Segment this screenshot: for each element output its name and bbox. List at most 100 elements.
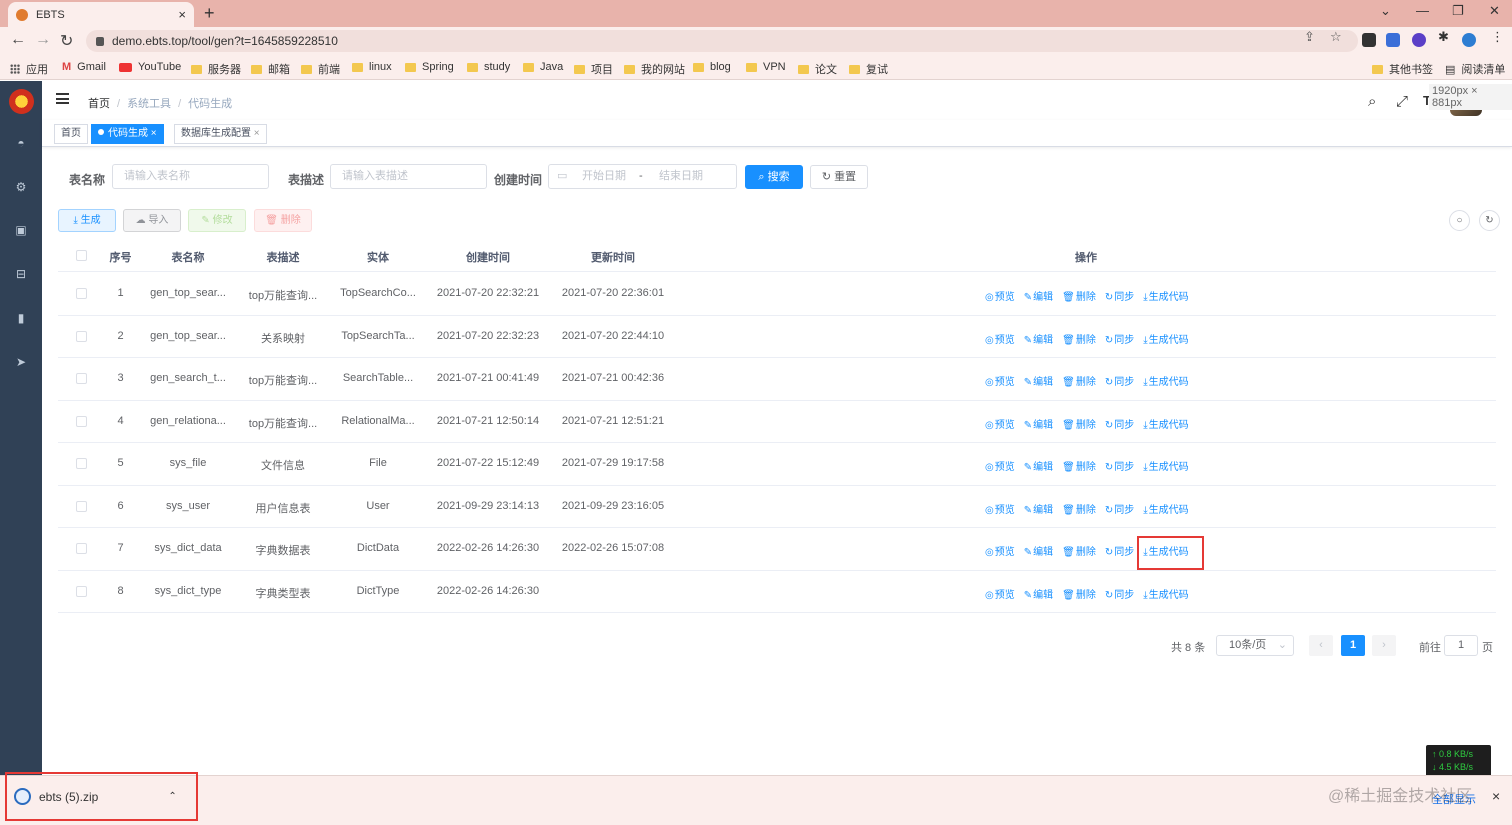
action-generate-code-link[interactable]: ⤓生成代码 xyxy=(1143,590,1188,601)
table-desc-input[interactable]: 请输入表描述 xyxy=(330,164,487,189)
generate-button[interactable]: ⤓ 生成 xyxy=(58,209,116,232)
address-bar[interactable]: demo.ebts.top/tool/gen?t=1645859228510 xyxy=(86,30,1358,52)
row-checkbox[interactable] xyxy=(76,415,87,427)
action-generate-code-link[interactable]: ⤓生成代码 xyxy=(1143,292,1188,303)
row-checkbox[interactable] xyxy=(76,585,87,597)
bookmark-folder[interactable]: 邮箱 xyxy=(251,61,290,77)
action-preview-link[interactable]: ◎预览 xyxy=(985,420,1015,431)
tag-db-config[interactable]: 数据库生成配置 × xyxy=(174,124,267,144)
bookmark-folder[interactable]: study xyxy=(467,61,510,73)
dashboard-icon[interactable]: ◓ xyxy=(14,137,28,149)
forward-icon[interactable]: → xyxy=(35,31,51,49)
browser-menu-icon[interactable]: ⋮ xyxy=(1491,29,1504,45)
bookmark-youtube[interactable]: YouTube xyxy=(119,61,181,73)
book-icon[interactable]: ▮ xyxy=(14,312,28,324)
bookmark-folder[interactable]: Java xyxy=(523,61,563,73)
action-delete-link[interactable]: 🗑删除 xyxy=(1062,590,1096,601)
tag-home[interactable]: 首页 xyxy=(54,124,88,144)
close-download-bar-icon[interactable]: × xyxy=(1492,788,1500,804)
bookmark-folder[interactable]: linux xyxy=(352,61,392,73)
extension-icon[interactable] xyxy=(1362,33,1376,47)
action-edit-link[interactable]: ✎编辑 xyxy=(1024,420,1053,431)
action-edit-link[interactable]: ✎编辑 xyxy=(1024,590,1053,601)
gear-icon[interactable]: ⚙ xyxy=(14,181,28,193)
paper-plane-icon[interactable]: ➤ xyxy=(14,356,28,368)
action-preview-link[interactable]: ◎预览 xyxy=(985,505,1015,516)
action-delete-link[interactable]: 🗑删除 xyxy=(1062,462,1096,473)
extension-hex-icon[interactable] xyxy=(1412,33,1426,47)
bookmark-folder[interactable]: VPN xyxy=(746,61,786,73)
tab-close-icon[interactable]: × xyxy=(178,7,186,22)
action-generate-code-link[interactable]: ⤓生成代码 xyxy=(1143,462,1188,473)
fullscreen-icon[interactable]: ⤢ xyxy=(1396,93,1408,110)
extensions-puzzle-icon[interactable]: ✱ xyxy=(1438,29,1449,45)
action-preview-link[interactable]: ◎预览 xyxy=(985,292,1015,303)
action-edit-link[interactable]: ✎编辑 xyxy=(1024,292,1053,303)
row-checkbox[interactable] xyxy=(76,330,87,342)
next-page-button[interactable]: › xyxy=(1372,635,1396,656)
share-icon[interactable]: ⇪ xyxy=(1304,29,1315,45)
toggle-search-button[interactable]: ○ xyxy=(1449,210,1470,231)
browser-tab[interactable]: EBTS × xyxy=(8,2,194,27)
action-generate-code-link[interactable]: ⤓生成代码 xyxy=(1143,377,1188,388)
action-sync-link[interactable]: ↻同步 xyxy=(1105,292,1134,303)
action-preview-link[interactable]: ◎预览 xyxy=(985,590,1015,601)
action-preview-link[interactable]: ◎预览 xyxy=(985,547,1015,558)
action-delete-link[interactable]: 🗑删除 xyxy=(1062,377,1096,388)
action-sync-link[interactable]: ↻同步 xyxy=(1105,462,1134,473)
action-preview-link[interactable]: ◎预览 xyxy=(985,377,1015,388)
action-edit-link[interactable]: ✎编辑 xyxy=(1024,505,1053,516)
action-sync-link[interactable]: ↻同步 xyxy=(1105,590,1134,601)
action-sync-link[interactable]: ↻同步 xyxy=(1105,547,1134,558)
action-preview-link[interactable]: ◎预览 xyxy=(985,462,1015,473)
action-sync-link[interactable]: ↻同步 xyxy=(1105,505,1134,516)
refresh-table-button[interactable]: ↻ xyxy=(1479,210,1500,231)
action-delete-link[interactable]: 🗑删除 xyxy=(1062,292,1096,303)
action-delete-link[interactable]: 🗑删除 xyxy=(1062,505,1096,516)
date-range-picker[interactable]: ▭ 开始日期 - 结束日期 xyxy=(548,164,737,189)
toolbox-icon[interactable]: ⊟ xyxy=(14,268,28,280)
action-edit-link[interactable]: ✎编辑 xyxy=(1024,335,1053,346)
restore-button[interactable]: ❐ xyxy=(1452,3,1464,19)
tag-code-gen[interactable]: 代码生成 × xyxy=(91,124,164,144)
breadcrumb-home[interactable]: 首页 xyxy=(88,98,110,110)
bookmark-other[interactable]: 其他书签 xyxy=(1372,61,1433,77)
bookmark-folder[interactable]: 我的网站 xyxy=(624,61,685,77)
tab-search-icon[interactable]: ⌄ xyxy=(1380,3,1391,19)
row-checkbox[interactable] xyxy=(76,543,87,554)
menu-toggle-icon[interactable] xyxy=(56,93,69,104)
action-sync-link[interactable]: ↻同步 xyxy=(1105,377,1134,388)
edit-button[interactable]: ✎ 修改 xyxy=(188,209,246,232)
reset-button[interactable]: ↻ 重置 xyxy=(810,165,868,189)
bookmark-folder[interactable]: 复试 xyxy=(849,61,888,77)
search-button[interactable]: ⌕ 搜索 xyxy=(745,165,803,189)
action-delete-link[interactable]: 🗑删除 xyxy=(1062,420,1096,431)
action-delete-link[interactable]: 🗑删除 xyxy=(1062,547,1096,558)
breadcrumb-tools[interactable]: 系统工具 xyxy=(127,98,171,110)
back-icon[interactable]: ← xyxy=(10,31,26,49)
goto-page-input[interactable]: 1 xyxy=(1444,635,1478,656)
new-tab-button[interactable]: + xyxy=(204,3,215,24)
delete-button[interactable]: 🗑 删除 xyxy=(254,209,312,232)
reload-icon[interactable]: ↻ xyxy=(60,31,73,51)
action-sync-link[interactable]: ↻同步 xyxy=(1105,420,1134,431)
action-edit-link[interactable]: ✎编辑 xyxy=(1024,377,1053,388)
bookmark-folder[interactable]: 服务器 xyxy=(191,61,241,77)
profile-icon[interactable] xyxy=(1462,33,1476,47)
action-sync-link[interactable]: ↻同步 xyxy=(1105,335,1134,346)
bookmark-folder[interactable]: 项目 xyxy=(574,61,613,77)
select-all-checkbox[interactable] xyxy=(76,250,87,261)
page-size-select[interactable]: 10条/页 ⌄ xyxy=(1216,635,1294,656)
row-checkbox[interactable] xyxy=(76,288,87,299)
bookmark-gmail[interactable]: M Gmail xyxy=(62,61,106,73)
action-generate-code-link[interactable]: ⤓生成代码 xyxy=(1143,420,1188,431)
action-delete-link[interactable]: 🗑删除 xyxy=(1062,335,1096,346)
import-button[interactable]: ☁ 导入 xyxy=(123,209,181,232)
bookmark-star-icon[interactable]: ☆ xyxy=(1330,29,1342,45)
monitor-icon[interactable]: ▣ xyxy=(14,224,28,236)
action-generate-code-link[interactable]: ⤓生成代码 xyxy=(1143,505,1188,516)
minimize-button[interactable]: — xyxy=(1416,3,1429,18)
reading-list[interactable]: ▤ 阅读清单 xyxy=(1445,61,1505,77)
action-generate-code-link[interactable]: ⤓生成代码 xyxy=(1143,335,1188,346)
row-checkbox[interactable] xyxy=(76,458,87,469)
